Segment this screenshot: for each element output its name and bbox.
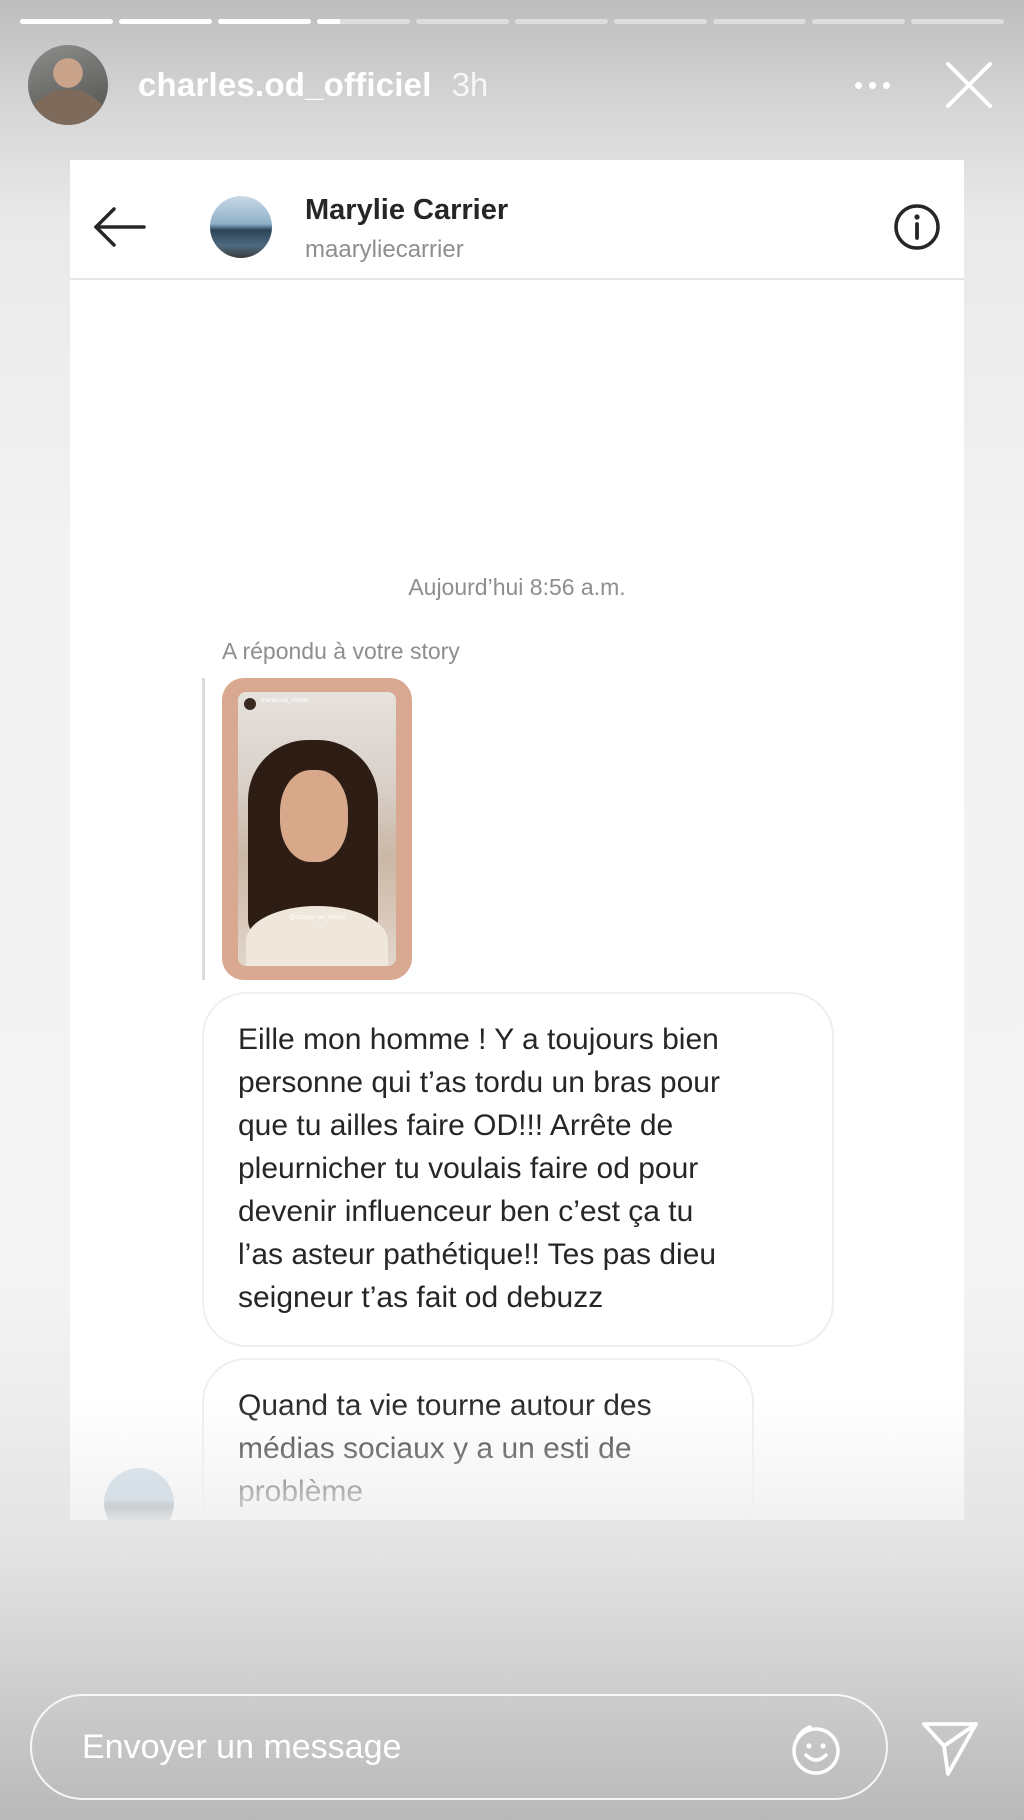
story-progress-segment	[812, 19, 905, 24]
story-progress-bar	[20, 19, 1004, 24]
story-time: 3h	[451, 66, 489, 103]
message-timestamp: Aujourd’hui 8:56 a.m.	[408, 574, 626, 600]
story-progress-segment	[119, 19, 212, 24]
message-line: médias sociaux y a un esti de	[238, 1432, 632, 1465]
emoji-reaction-icon[interactable]	[780, 1715, 844, 1779]
contact-handle: maaryliecarrier	[305, 236, 464, 263]
more-dots-icon[interactable]	[842, 70, 902, 100]
story-header: charles.od_officiel 3h	[28, 44, 996, 126]
thumb-avatar	[244, 698, 256, 710]
message-line: devenir influenceur ben c’est ça tu	[238, 1195, 694, 1228]
story-reply-label: A répondu à votre story	[222, 638, 460, 664]
message-line: que tu ailles faire OD!!! Arrête de	[238, 1109, 674, 1142]
story-user-avatar[interactable]	[28, 45, 108, 125]
thumb-caption: @charles_od_officiel	[289, 915, 345, 921]
contact-avatar[interactable]	[210, 196, 272, 258]
story-progress-segment	[317, 19, 410, 24]
message-line: seigneur t’as fait od debuzz	[238, 1281, 604, 1314]
back-arrow-icon[interactable]	[92, 205, 148, 249]
message-line: personne qui t’as tordu un bras pour	[238, 1066, 720, 1099]
message-bubble[interactable]: Quand ta vie tourne autour des médias soc…	[202, 1358, 754, 1520]
send-icon[interactable]	[918, 1716, 982, 1780]
message-bubble[interactable]: Eille mon homme ! Y a toujours bien perso…	[202, 992, 834, 1347]
thumb-username: charles.od_officiel	[260, 698, 308, 704]
story-progress-segment	[218, 19, 311, 24]
message-line: pleurnicher tu voulais faire od pour	[238, 1152, 699, 1185]
message-line: problème	[238, 1475, 364, 1508]
story-progress-segment	[713, 19, 806, 24]
close-icon[interactable]	[942, 58, 996, 112]
message-line: Quand ta vie tourne autour des	[238, 1389, 652, 1422]
reply-quote-bar	[202, 678, 205, 980]
replied-story-thumbnail[interactable]: charles.od_officiel @charles_od_officiel	[222, 678, 412, 980]
info-icon[interactable]	[892, 202, 942, 252]
contact-name[interactable]: Marylie Carrier	[305, 194, 508, 227]
story-progress-segment	[20, 19, 113, 24]
message-line: Eille mon homme ! Y a toujours bien	[238, 1023, 719, 1056]
message-composer[interactable]: Envoyer un message	[30, 1694, 888, 1800]
story-progress-segment	[515, 19, 608, 24]
sender-avatar[interactable]	[104, 1468, 174, 1520]
message-line: l’as asteur pathétique!! Tes pas dieu	[238, 1238, 717, 1271]
story-progress-segment	[416, 19, 509, 24]
message-input[interactable]: Envoyer un message	[82, 1728, 780, 1767]
story-progress-segment	[911, 19, 1004, 24]
story-username[interactable]: charles.od_officiel	[138, 66, 432, 104]
dm-screenshot-card: Marylie Carrier maaryliecarrier Aujourd’…	[70, 160, 964, 1520]
story-progress-segment	[614, 19, 707, 24]
dm-header: Marylie Carrier maaryliecarrier	[70, 160, 964, 280]
